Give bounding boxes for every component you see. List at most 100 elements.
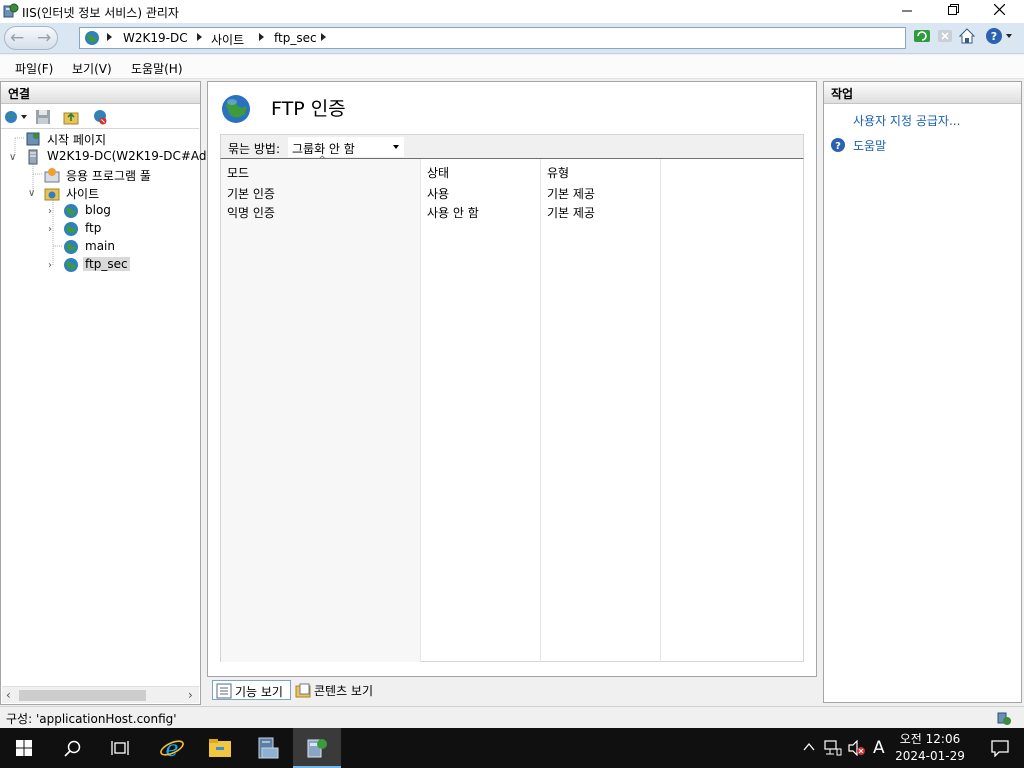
taskbar-file-explorer[interactable] [196, 728, 244, 768]
close-icon [993, 3, 1005, 16]
cell-status: 사용 안 함 [427, 206, 479, 220]
chevron-down-icon [393, 145, 399, 149]
chevron-up-icon[interactable] [803, 742, 815, 752]
scroll-right-icon[interactable]: › [188, 688, 193, 702]
search-icon [64, 740, 81, 757]
column-header-type[interactable]: 유형 [547, 164, 569, 181]
collapse-server-toggle[interactable]: ∨ [9, 153, 19, 163]
search-button[interactable] [48, 728, 96, 768]
column-type: 유형 [541, 159, 661, 662]
breadcrumb-site[interactable]: ftp_sec [274, 31, 317, 45]
network-icon[interactable] [824, 740, 842, 756]
expand-ftp-sec-toggle[interactable]: › [48, 261, 58, 271]
windows-logo-icon [16, 740, 32, 756]
server-icon [28, 149, 38, 165]
group-by-label: 묶는 방법: [228, 142, 281, 156]
help-link[interactable]: 도움말 [853, 137, 886, 154]
tab-content-label: 콘텐츠 보기 [314, 684, 374, 698]
table-row[interactable]: 익명 인증 사용 안 함 기본 제공 [221, 202, 803, 220]
group-by-select[interactable]: 그룹화 안 함 [288, 137, 404, 157]
ftp-globe-icon [222, 95, 250, 123]
notifications-button[interactable] [976, 728, 1024, 768]
connections-panel: 연결 시작 페이지 ∨ W2K19-DC(W2K19-DC#Adn 응용 프로그… [0, 81, 214, 705]
scrollbar-thumb[interactable] [19, 690, 146, 701]
save-icon[interactable] [35, 109, 51, 125]
content-view-icon [295, 683, 311, 698]
column-header-mode[interactable]: 모드 [227, 164, 249, 181]
window-title: IIS(인터넷 정보 서비스) 관리자 [22, 6, 179, 20]
disconnect-icon[interactable] [92, 109, 108, 125]
internet-explorer-icon: e [160, 737, 184, 761]
back-button[interactable]: ← [10, 28, 24, 48]
clock-date: 2024-01-29 [895, 749, 965, 763]
actions-panel: 작업 사용자 지정 공급자... ? 도움말 [823, 81, 1022, 703]
horizontal-scrollbar[interactable]: ‹ › [2, 686, 199, 703]
tab-content-view[interactable]: 콘텐츠 보기 [292, 680, 388, 700]
cell-mode: 익명 인증 [227, 206, 275, 220]
table-row[interactable]: 기본 인증 사용 기본 제공 [221, 183, 803, 201]
menu-help[interactable]: 도움말(H) [131, 60, 183, 77]
globe-icon [85, 31, 99, 45]
server-manager-icon [258, 737, 279, 759]
app-pool-icon [44, 168, 60, 183]
globe-icon [64, 240, 78, 254]
connections-toolbar [1, 105, 199, 129]
tab-features-view[interactable]: 기능 보기 [212, 680, 291, 700]
stop-icon [938, 30, 952, 42]
custom-providers-link[interactable]: 사용자 지정 공급자... [853, 112, 960, 129]
connect-icon[interactable] [4, 109, 28, 125]
chevron-right-icon [259, 33, 264, 41]
actions-header: 작업 [824, 82, 1021, 104]
scroll-left-icon[interactable]: ‹ [6, 688, 11, 702]
taskbar-server-manager[interactable] [244, 728, 292, 768]
taskbar-ie[interactable]: e [148, 728, 196, 768]
chevron-right-icon [197, 33, 202, 41]
address-bar[interactable]: W2K19-DC 사이트 ftp_sec [79, 27, 906, 49]
home-button[interactable] [958, 27, 978, 47]
restore-icon [947, 4, 959, 15]
cell-mode: 기본 인증 [227, 187, 275, 201]
collapse-sites-toggle[interactable]: ∨ [28, 189, 38, 199]
globe-icon [64, 204, 78, 218]
menu-view[interactable]: 보기(V) [72, 60, 112, 77]
main-panel: FTP 인증 묶는 방법: 그룹화 안 함 ^ 모드 상태 유형 기본 인증 사… [207, 81, 817, 677]
restore-button[interactable] [930, 0, 976, 23]
expand-ftp-toggle[interactable]: › [48, 225, 58, 235]
notifications-icon [991, 740, 1009, 757]
auth-table: ^ 모드 상태 유형 기본 인증 사용 기본 제공 익명 인증 사용 안 함 기… [220, 155, 804, 662]
start-button[interactable] [0, 728, 48, 768]
navigation-bar: ← → W2K19-DC 사이트 ftp_sec ? [0, 23, 1024, 54]
taskbar: e A 오전 12:06 2024-01-29 [0, 728, 1024, 768]
menu-file[interactable]: 파일(F) [15, 60, 53, 77]
breadcrumb-sites[interactable]: 사이트 [211, 31, 244, 48]
column-header-status[interactable]: 상태 [427, 164, 449, 181]
up-folder-icon[interactable] [63, 109, 79, 125]
file-explorer-icon [209, 739, 231, 757]
iis-app-icon [3, 3, 19, 18]
cell-status: 사용 [427, 187, 450, 201]
clock[interactable]: 오전 12:06 2024-01-29 [890, 731, 970, 765]
cell-type: 기본 제공 [547, 206, 595, 220]
ime-indicator[interactable]: A [873, 738, 885, 758]
tree-label-site-selected: ftp_sec [83, 257, 130, 271]
tree-label-sites: 사이트 [66, 187, 100, 201]
page-title: FTP 인증 [271, 98, 346, 120]
stop-button[interactable] [936, 27, 956, 47]
close-button[interactable] [976, 0, 1022, 23]
breadcrumb-server[interactable]: W2K19-DC [123, 31, 188, 45]
column-status: 상태 [421, 159, 541, 662]
task-view-button[interactable] [96, 728, 144, 768]
forward-button[interactable]: → [37, 28, 51, 48]
column-mode: ^ 모드 [221, 155, 421, 662]
tab-features-label: 기능 보기 [235, 685, 283, 699]
minimize-button[interactable] [884, 0, 930, 23]
refresh-button[interactable] [913, 27, 933, 47]
home-icon [958, 28, 976, 44]
globe-icon [64, 258, 78, 272]
help-menu-button[interactable]: ? [985, 27, 1017, 47]
volume-muted-icon[interactable] [848, 740, 866, 756]
taskbar-iis-manager[interactable] [293, 728, 341, 768]
svg-text:?: ? [991, 30, 997, 43]
expand-blog-toggle[interactable]: › [48, 207, 58, 217]
chevron-right-icon [107, 33, 112, 41]
